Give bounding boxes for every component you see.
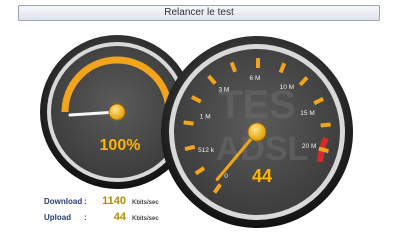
download-unit: Kbits/sec bbox=[132, 200, 159, 206]
download-label: Download bbox=[44, 197, 83, 206]
speed-tick bbox=[318, 146, 329, 154]
speed-tick-label: 10 M bbox=[280, 84, 294, 91]
upload-unit: Kbits/sec bbox=[132, 216, 159, 222]
download-value: 1140 bbox=[102, 195, 126, 207]
upload-colon: : bbox=[84, 213, 87, 222]
download-row: Download : 1140 Kbits/sec bbox=[44, 195, 204, 211]
speed-tick-label: 1 M bbox=[200, 114, 211, 121]
speed-value: 44 bbox=[252, 166, 272, 186]
speed-tick-label: 6 M bbox=[250, 75, 261, 82]
speed-tick-label: 0 bbox=[224, 173, 228, 180]
upload-value: 44 bbox=[113, 211, 126, 223]
progress-percent: 100% bbox=[100, 137, 141, 154]
speed-tick-label: 20 M bbox=[302, 143, 316, 150]
progress-hub bbox=[108, 103, 126, 121]
speed-tick bbox=[184, 144, 196, 152]
speed-tick bbox=[320, 122, 331, 128]
speed-hub bbox=[247, 122, 267, 142]
speed-tick-label: 512 k bbox=[198, 147, 215, 154]
speed-tick-label: 15 M bbox=[300, 110, 314, 117]
stats-panel: Download : 1140 Kbits/sec Upload : 44 Kb… bbox=[44, 195, 204, 227]
speed-tick-label: 3 M bbox=[218, 86, 229, 93]
upload-row: Upload : 44 Kbits/sec bbox=[44, 211, 204, 227]
download-colon: : bbox=[84, 197, 87, 206]
speed-tick bbox=[183, 120, 194, 126]
upload-label: Upload bbox=[44, 213, 72, 222]
